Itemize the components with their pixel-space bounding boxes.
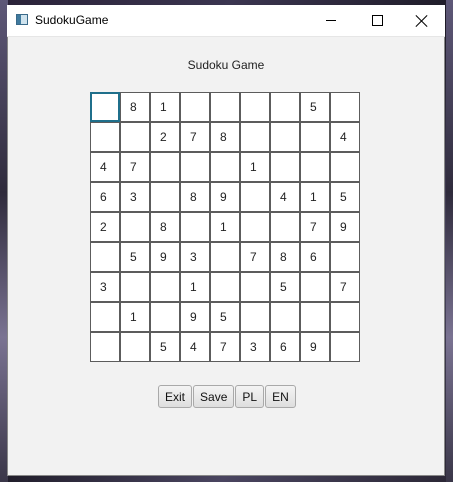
sudoku-cell[interactable]	[180, 152, 210, 182]
sudoku-cell[interactable]: 9	[150, 242, 180, 272]
sudoku-cell[interactable]: 6	[90, 182, 120, 212]
sudoku-cell[interactable]: 9	[180, 302, 210, 332]
sudoku-cell[interactable]	[90, 122, 120, 152]
sudoku-cell[interactable]: 3	[240, 332, 270, 362]
sudoku-cell[interactable]: 5	[150, 332, 180, 362]
app-window-icon	[16, 14, 28, 25]
sudoku-cell[interactable]	[210, 272, 240, 302]
sudoku-cell[interactable]: 5	[120, 242, 150, 272]
sudoku-cell[interactable]	[90, 242, 120, 272]
sudoku-cell[interactable]	[240, 182, 270, 212]
sudoku-cell[interactable]: 9	[210, 182, 240, 212]
sudoku-cell[interactable]: 5	[300, 92, 330, 122]
sudoku-cell[interactable]: 7	[180, 122, 210, 152]
close-button[interactable]	[399, 5, 445, 36]
sudoku-cell[interactable]	[150, 152, 180, 182]
sudoku-cell[interactable]: 8	[150, 212, 180, 242]
sudoku-cell[interactable]	[270, 302, 300, 332]
sudoku-cell[interactable]: 7	[120, 152, 150, 182]
sudoku-cell[interactable]: 7	[330, 272, 360, 302]
sudoku-cell[interactable]: 8	[180, 182, 210, 212]
sudoku-cell[interactable]	[180, 212, 210, 242]
sudoku-cell[interactable]: 6	[270, 332, 300, 362]
sudoku-cell[interactable]: 8	[270, 242, 300, 272]
sudoku-cell[interactable]	[90, 302, 120, 332]
sudoku-cell[interactable]: 1	[150, 92, 180, 122]
sudoku-cell[interactable]	[300, 152, 330, 182]
sudoku-cell[interactable]	[90, 92, 120, 122]
sudoku-cell[interactable]	[240, 302, 270, 332]
sudoku-cell[interactable]	[120, 122, 150, 152]
sudoku-cell[interactable]: 8	[210, 122, 240, 152]
sudoku-cell[interactable]	[240, 92, 270, 122]
sudoku-cell[interactable]	[180, 92, 210, 122]
sudoku-cell[interactable]: 3	[90, 272, 120, 302]
sudoku-cell[interactable]	[210, 92, 240, 122]
sudoku-cell[interactable]	[120, 332, 150, 362]
sudoku-cell[interactable]	[150, 272, 180, 302]
sudoku-cell[interactable]	[120, 212, 150, 242]
minimize-icon	[326, 20, 336, 21]
language-en-button[interactable]: EN	[265, 385, 296, 408]
sudoku-cell[interactable]: 9	[300, 332, 330, 362]
maximize-icon	[371, 15, 383, 26]
sudoku-cell[interactable]: 1	[180, 272, 210, 302]
sudoku-cell[interactable]	[240, 212, 270, 242]
sudoku-cell[interactable]: 1	[120, 302, 150, 332]
sudoku-cell[interactable]: 4	[90, 152, 120, 182]
sudoku-cell[interactable]: 3	[180, 242, 210, 272]
sudoku-cell[interactable]: 8	[120, 92, 150, 122]
sudoku-cell[interactable]: 4	[270, 182, 300, 212]
save-button[interactable]: Save	[193, 385, 235, 408]
sudoku-cell[interactable]	[300, 122, 330, 152]
sudoku-cell[interactable]	[240, 122, 270, 152]
sudoku-cell[interactable]	[330, 302, 360, 332]
sudoku-cell[interactable]: 1	[300, 182, 330, 212]
sudoku-cell[interactable]: 5	[330, 182, 360, 212]
sudoku-cell[interactable]	[210, 242, 240, 272]
sudoku-cell[interactable]	[330, 242, 360, 272]
close-icon	[416, 15, 428, 27]
sudoku-cell[interactable]	[270, 152, 300, 182]
sudoku-cell[interactable]: 5	[210, 302, 240, 332]
sudoku-cell[interactable]: 7	[240, 242, 270, 272]
sudoku-cell[interactable]: 1	[240, 152, 270, 182]
button-bar: Exit Save PL EN	[158, 385, 296, 408]
sudoku-board: 8152784471638941528179593786315719554736…	[90, 92, 361, 363]
exit-button[interactable]: Exit	[158, 385, 193, 408]
sudoku-cell[interactable]	[300, 302, 330, 332]
minimize-button[interactable]	[308, 5, 354, 36]
sudoku-cell[interactable]: 4	[330, 122, 360, 152]
sudoku-cell[interactable]	[150, 182, 180, 212]
window-title: SudokuGame	[35, 13, 109, 27]
sudoku-cell[interactable]: 3	[120, 182, 150, 212]
desktop-background-right	[446, 0, 453, 482]
language-pl-button[interactable]: PL	[235, 385, 265, 408]
sudoku-cell[interactable]	[210, 152, 240, 182]
sudoku-cell[interactable]	[240, 272, 270, 302]
sudoku-cell[interactable]: 4	[180, 332, 210, 362]
sudoku-cell[interactable]: 2	[90, 212, 120, 242]
sudoku-cell[interactable]: 1	[210, 212, 240, 242]
sudoku-cell[interactable]	[270, 122, 300, 152]
sudoku-cell[interactable]: 2	[150, 122, 180, 152]
sudoku-cell[interactable]	[270, 92, 300, 122]
title-bar[interactable]: SudokuGame	[7, 5, 445, 37]
sudoku-cell[interactable]: 5	[270, 272, 300, 302]
sudoku-cell[interactable]: 6	[300, 242, 330, 272]
page-title: Sudoku Game	[187, 58, 265, 72]
sudoku-cell[interactable]: 9	[330, 212, 360, 242]
sudoku-cell[interactable]: 7	[210, 332, 240, 362]
sudoku-cell[interactable]	[300, 272, 330, 302]
sudoku-cell[interactable]: 7	[300, 212, 330, 242]
sudoku-cell[interactable]	[120, 272, 150, 302]
sudoku-cell[interactable]	[330, 332, 360, 362]
sudoku-cell[interactable]	[270, 212, 300, 242]
sudoku-cell[interactable]	[90, 332, 120, 362]
app-window: SudokuGame Sudoku Game 81527844716389415…	[7, 5, 445, 476]
sudoku-cell[interactable]	[330, 152, 360, 182]
sudoku-cell[interactable]	[330, 92, 360, 122]
maximize-button[interactable]	[354, 5, 400, 36]
sudoku-cell[interactable]	[150, 302, 180, 332]
